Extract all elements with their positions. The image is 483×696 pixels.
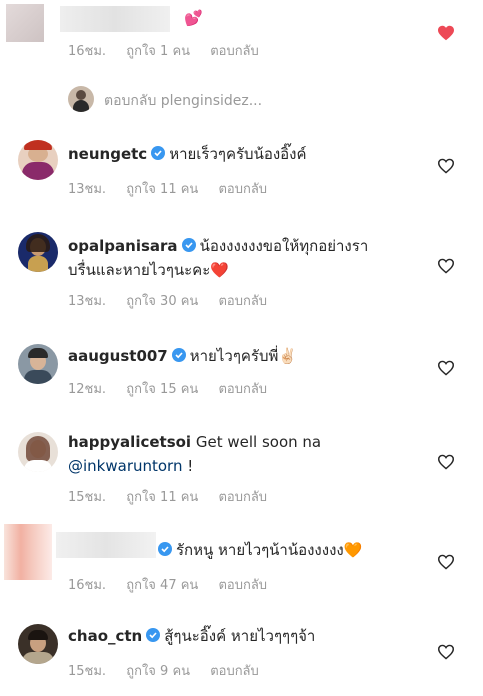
comment-4: aaugust007 หายไวๆครับพี่✌🏻 12ชม. ถูกใจ 15… xyxy=(0,342,483,412)
avatar[interactable] xyxy=(18,624,58,664)
username[interactable]: chao_ctn xyxy=(68,627,142,645)
heart-icon[interactable] xyxy=(437,258,455,274)
reply-button[interactable]: ตอบกลับ xyxy=(210,44,259,59)
reply-button[interactable]: ตอบกลับ xyxy=(218,490,267,505)
comment-likes[interactable]: ถูกใจ 1 คน xyxy=(126,44,190,59)
liked-heart-icon[interactable] xyxy=(437,25,455,41)
comment-meta: 13ชม. ถูกใจ 30 คน ตอบกลับ xyxy=(68,290,283,311)
blurred-username xyxy=(56,532,156,558)
comment-likes[interactable]: ถูกใจ 11 คน xyxy=(126,490,198,505)
comment-body: chao_ctn สู้ๆนะอิ๊งค์ หายไวๆๆๆจ้า xyxy=(68,626,315,646)
blurred-avatar xyxy=(4,524,52,580)
comment-meta: 16ชม. ถูกใจ 1 คน ตอบกลับ xyxy=(68,40,275,61)
comment-meta: 13ชม. ถูกใจ 11 คน ตอบกลับ xyxy=(68,178,283,199)
comment-body: happyalicetsoi Get well soon na xyxy=(68,432,321,452)
verified-badge-icon xyxy=(151,146,166,160)
reply-button[interactable]: ตอบกลับ xyxy=(218,182,267,197)
comment-time: 15ชม. xyxy=(68,664,107,679)
comment-time: 16ชม. xyxy=(68,578,107,593)
comment-text: Get well soon na xyxy=(195,433,322,451)
avatar[interactable] xyxy=(18,344,58,384)
username[interactable]: aaugust007 xyxy=(68,347,168,365)
comment-time: 12ชม. xyxy=(68,382,107,397)
comment-text: สู้ๆนะอิ๊งค์ หายไวๆๆๆจ้า xyxy=(164,627,316,645)
heart-icon[interactable] xyxy=(437,644,455,660)
comment-6: รักหนู หายไวๆน้าน้องงงงง🧡 16ชม. ถูกใจ 47… xyxy=(0,520,483,600)
comment-3: opalpanisara น้องงงงงงขอให้ทุกอย่างรา บรื… xyxy=(0,230,483,320)
comment-meta: 16ชม. ถูกใจ 47 คน ตอบกลับ xyxy=(68,574,283,595)
reply-button[interactable]: ตอบกลับ xyxy=(218,578,267,593)
avatar[interactable] xyxy=(18,232,58,272)
verified-badge-icon xyxy=(181,238,196,252)
comment-body: aaugust007 หายไวๆครับพี่✌🏻 xyxy=(68,346,297,366)
comment-meta: 15ชม. ถูกใจ 11 คน ตอบกลับ xyxy=(68,486,283,507)
avatar[interactable] xyxy=(18,140,58,180)
comment-time: 13ชม. xyxy=(68,294,107,309)
comment-5: happyalicetsoi Get well soon na @inkwaru… xyxy=(0,430,483,510)
comment-text-line2: บรื่นและหายไวๆนะคะ❤️ xyxy=(68,261,229,279)
comment-7: chao_ctn สู้ๆนะอิ๊งค์ หายไวๆๆๆจ้า 15ชม. ถ… xyxy=(0,624,483,694)
comment-likes[interactable]: ถูกใจ 47 คน xyxy=(126,578,198,593)
comment-body: opalpanisara น้องงงงงงขอให้ทุกอย่างรา xyxy=(68,236,368,256)
comment-time: 13ชม. xyxy=(68,182,107,197)
reply-avatar xyxy=(68,86,94,112)
comment-2: neungetc หายเร็วๆครับน้องอิ๊งค์ 13ชม. ถูก… xyxy=(0,138,483,208)
comment-text-suffix: ! xyxy=(187,457,194,475)
mention-link[interactable]: @inkwaruntorn xyxy=(68,457,182,475)
username[interactable]: opalpanisara xyxy=(68,237,178,255)
comment-text: หายไวๆครับพี่✌🏻 xyxy=(189,347,298,365)
comment-text: 💕 xyxy=(184,9,203,27)
comment-likes[interactable]: ถูกใจ 30 คน xyxy=(126,294,198,309)
comment-likes[interactable]: ถูกใจ 9 คน xyxy=(126,664,190,679)
heart-icon[interactable] xyxy=(437,554,455,570)
comment-likes[interactable]: ถูกใจ 11 คน xyxy=(126,182,198,197)
comment-time: 15ชม. xyxy=(68,490,107,505)
comment-likes[interactable]: ถูกใจ 15 คน xyxy=(126,382,198,397)
comment-1: 💕 16ชม. ถูกใจ 1 คน ตอบกลับ ตอบกลับ pleng… xyxy=(0,0,483,112)
avatar[interactable] xyxy=(18,432,58,472)
reply-button[interactable]: ตอบกลับ xyxy=(218,382,267,397)
blurred-username xyxy=(60,6,170,32)
comment-body-line2: @inkwaruntorn ! xyxy=(68,456,193,476)
verified-badge-icon xyxy=(171,348,186,362)
comment-text: รักหนู หายไวๆน้าน้องงงงง🧡 xyxy=(176,541,363,559)
comment-meta: 12ชม. ถูกใจ 15 คน ตอบกลับ xyxy=(68,378,283,399)
blurred-avatar xyxy=(6,4,44,42)
view-replies-text[interactable]: ตอบกลับ plenginsidez... xyxy=(104,90,262,112)
username[interactable]: happyalicetsoi xyxy=(68,433,191,451)
comment-body: รักหนู หายไวๆน้าน้องงงงง🧡 xyxy=(158,540,362,560)
comment-text: หายเร็วๆครับน้องอิ๊งค์ xyxy=(169,145,307,163)
comment-time: 16ชม. xyxy=(68,44,107,59)
username[interactable]: neungetc xyxy=(68,145,147,163)
comment-text-line1: น้องงงงงงขอให้ทุกอย่างรา xyxy=(199,237,369,255)
comment-meta: 15ชม. ถูกใจ 9 คน ตอบกลับ xyxy=(68,660,275,681)
comment-body: neungetc หายเร็วๆครับน้องอิ๊งค์ xyxy=(68,144,307,164)
reply-button[interactable]: ตอบกลับ xyxy=(218,294,267,309)
heart-icon[interactable] xyxy=(437,454,455,470)
reply-button[interactable]: ตอบกลับ xyxy=(210,664,259,679)
heart-icon[interactable] xyxy=(437,360,455,376)
verified-badge-icon xyxy=(158,542,172,556)
heart-icon[interactable] xyxy=(437,158,455,174)
verified-badge-icon xyxy=(146,628,161,642)
